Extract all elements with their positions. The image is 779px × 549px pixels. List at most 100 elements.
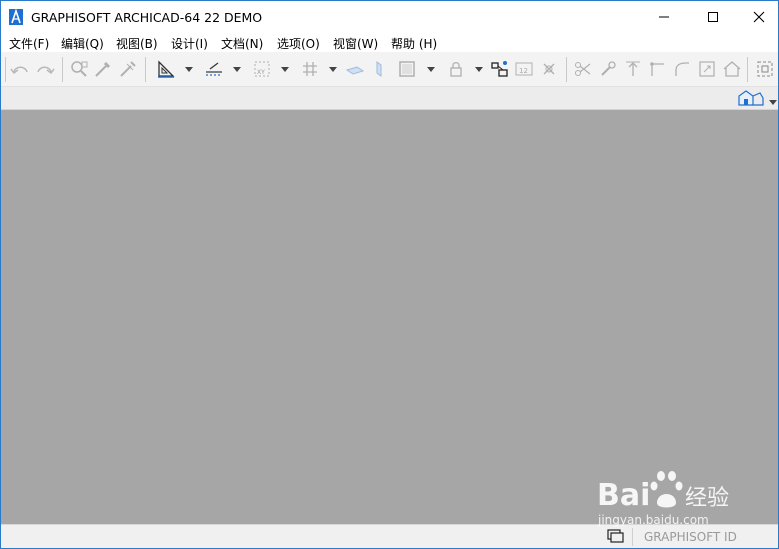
menu-view[interactable]: 视图(B) [116, 35, 158, 52]
resize-icon [699, 61, 715, 77]
editing-plane-button[interactable] [344, 58, 366, 80]
eyedropper-icon [95, 61, 111, 77]
menu-bar: 文件(F) 编辑(Q) 视图(B) 设计(I) 文档(N) 选项(O) 视窗(W… [1, 32, 778, 52]
watermark-url: jingyan.baidu.com [598, 513, 709, 527]
triangle-ruler-icon [158, 60, 175, 78]
guide-lines-button[interactable] [203, 58, 225, 80]
vertical-plane-icon [376, 61, 382, 77]
chevron-down-icon [769, 100, 777, 105]
lock-button[interactable] [445, 58, 467, 80]
corner-icon [650, 62, 664, 76]
pick-up-parameters-button[interactable] [92, 58, 114, 80]
elevation-icon [626, 61, 640, 76]
lock-icon [450, 62, 462, 77]
resize-button[interactable] [696, 58, 718, 80]
watermark-brand-suffix: 经验 [685, 486, 729, 511]
vertical-plane-button[interactable] [368, 58, 390, 80]
square-frame-icon [399, 61, 415, 77]
svg-text:12: 12 [519, 67, 528, 75]
standard-toolbar: XY 12 [1, 52, 778, 87]
undo-button[interactable] [9, 58, 31, 80]
chevron-down-icon [281, 66, 289, 72]
menu-options[interactable]: 选项(O) [277, 35, 320, 52]
baidu-paw-logo-icon: Bai 经验 [597, 471, 729, 513]
ruler-icon: 12 [515, 62, 533, 76]
chevron-down-icon [185, 66, 193, 72]
svg-text:XY: XY [257, 69, 265, 76]
menu-document[interactable]: 文档(N) [221, 35, 263, 52]
maximize-button[interactable] [690, 1, 736, 32]
graphisoft-id-link[interactable]: GRAPHISOFT ID [644, 530, 737, 544]
dashed-selection-icon [757, 61, 773, 77]
scissors-icon [575, 62, 591, 76]
title-bar[interactable]: GRAPHISOFT ARCHICAD-64 22 DEMO [1, 1, 778, 32]
maximize-icon [708, 11, 718, 22]
dimension-button[interactable]: 12 [513, 58, 535, 80]
close-icon [753, 11, 765, 22]
lock-dropdown[interactable] [475, 65, 483, 73]
coordinate-dropdown[interactable] [281, 65, 289, 73]
chevron-down-icon [329, 66, 337, 72]
minimize-icon [659, 16, 669, 17]
group-button[interactable] [489, 58, 511, 80]
fillet-icon [675, 62, 689, 76]
intersect-button[interactable] [646, 58, 668, 80]
close-button[interactable] [736, 1, 778, 32]
baidu-jingyan-watermark: Bai 经验 [597, 467, 737, 516]
chevron-down-icon [475, 66, 483, 72]
view-navigator-dropdown[interactable] [769, 94, 777, 108]
3d-house-icon [738, 90, 764, 106]
guide-lines-dropdown[interactable] [233, 65, 241, 73]
elevation-button[interactable] [622, 58, 644, 80]
coordinate-button[interactable]: XY [251, 58, 273, 80]
status-divider [632, 528, 633, 546]
guide-lines-icon [206, 62, 222, 76]
trim-button[interactable] [572, 58, 594, 80]
empty-workspace[interactable] [1, 110, 778, 524]
inject-parameters-button[interactable] [117, 58, 139, 80]
view-navigator-button[interactable] [736, 89, 766, 107]
grid-snap-dropdown[interactable] [185, 65, 193, 73]
window-switch-button[interactable] [607, 529, 625, 546]
toolbar-separator [145, 57, 146, 82]
construction-grid-button[interactable] [299, 58, 321, 80]
menu-file[interactable]: 文件(F) [9, 35, 49, 52]
suspend-groups-button[interactable] [538, 58, 560, 80]
find-select-button[interactable] [68, 58, 90, 80]
redo-icon [37, 66, 55, 75]
watermark-brand: Bai [597, 478, 650, 513]
grid-snap-button[interactable] [155, 58, 177, 80]
gravity-button[interactable] [396, 58, 418, 80]
plane-icon [345, 66, 365, 75]
adjust-button[interactable] [597, 58, 619, 80]
window-title: GRAPHISOFT ARCHICAD-64 22 DEMO [31, 10, 263, 25]
menu-help[interactable]: 帮助 (H) [391, 35, 437, 52]
roof-button[interactable] [721, 58, 743, 80]
toolbar-grip[interactable] [5, 57, 6, 82]
status-bar: GRAPHISOFT ID [1, 524, 778, 548]
menu-window[interactable]: 视窗(W) [333, 35, 378, 52]
fillet-button[interactable] [671, 58, 693, 80]
menu-design[interactable]: 设计(I) [171, 35, 208, 52]
syringe-icon [120, 61, 136, 77]
xy-coordinate-icon: XY [254, 61, 270, 77]
toolbar-separator [747, 57, 748, 82]
adjust-icon [601, 61, 616, 76]
find-select-icon [71, 61, 88, 77]
menu-edit[interactable]: 编辑(Q) [61, 35, 104, 52]
chevron-down-icon [233, 66, 241, 72]
view-tab-bar [1, 87, 778, 110]
archicad-logo-icon [9, 9, 23, 25]
chevron-down-icon [427, 66, 435, 72]
house-icon [723, 61, 741, 77]
construction-grid-dropdown[interactable] [329, 65, 337, 73]
suspend-icon [543, 63, 555, 75]
selection-button[interactable] [754, 58, 776, 80]
gravity-dropdown[interactable] [427, 65, 435, 73]
windows-stack-icon [607, 529, 624, 543]
minimize-button[interactable] [641, 1, 687, 32]
toolbar-separator [62, 57, 63, 82]
undo-icon [10, 66, 28, 75]
grid-icon [303, 62, 317, 76]
redo-button[interactable] [34, 58, 56, 80]
